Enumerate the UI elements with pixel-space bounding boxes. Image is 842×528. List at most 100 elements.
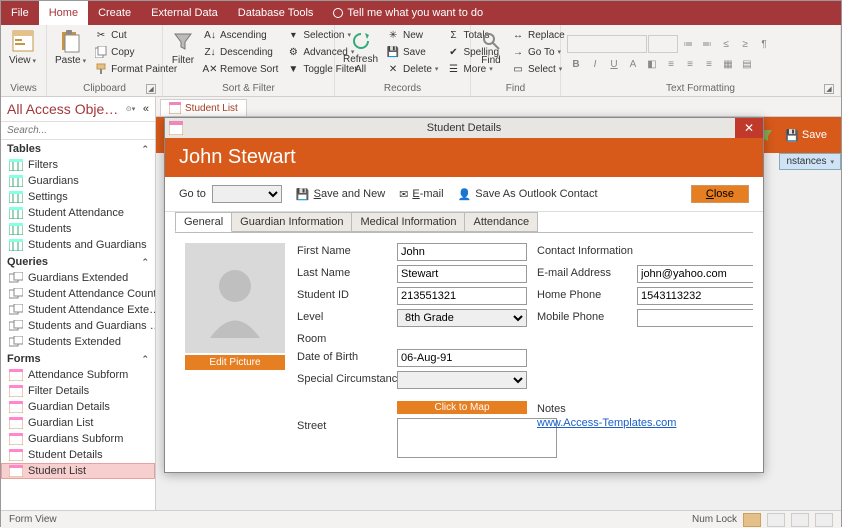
align-right-button[interactable]: ≡	[700, 55, 718, 73]
goto-button[interactable]: →Go To▾	[509, 44, 567, 60]
nav-dropdown-icon[interactable]: ⊙▾	[126, 105, 135, 113]
lightbulb-icon	[333, 8, 343, 18]
first-name-input[interactable]	[397, 243, 527, 261]
filter-button[interactable]: Filter	[169, 27, 197, 68]
view-layout-button[interactable]	[791, 513, 809, 527]
email-input[interactable]	[637, 265, 753, 283]
home-phone-input[interactable]	[637, 287, 753, 305]
tab-database-tools[interactable]: Database Tools	[228, 1, 324, 25]
save-list-button[interactable]: 💾Save	[781, 117, 831, 153]
nav-collapse-icon[interactable]: «	[143, 103, 149, 115]
click-to-map-button[interactable]: Click to Map	[397, 401, 527, 414]
numbering-button[interactable]: ≕	[698, 35, 716, 53]
bold-button[interactable]: B	[567, 55, 585, 73]
paste-button[interactable]: Paste▾	[53, 27, 88, 68]
font-select[interactable]	[567, 35, 647, 53]
nav-group-forms[interactable]: Forms⌃	[1, 350, 155, 367]
view-datasheet-button[interactable]	[767, 513, 785, 527]
advanced-icon: ⚙	[286, 45, 300, 59]
textfmt-launcher[interactable]: ◢	[824, 84, 834, 94]
nav-item[interactable]: Filters	[1, 157, 155, 173]
save-outlook-button[interactable]: 👤Save As Outlook Contact	[458, 188, 598, 201]
new-record-button[interactable]: ✳New	[384, 27, 440, 43]
save-and-new-button[interactable]: 💾Save and New	[296, 188, 385, 201]
goto-select[interactable]	[212, 185, 282, 203]
align-left-button[interactable]: ≡	[662, 55, 680, 73]
last-name-input[interactable]	[397, 265, 527, 283]
nav-item[interactable]: Students Extended	[1, 334, 155, 350]
delete-icon: ✕	[386, 62, 400, 76]
fill-color-button[interactable]: ◧	[643, 55, 661, 73]
mobile-phone-input[interactable]	[637, 309, 753, 327]
view-form-button[interactable]	[743, 513, 761, 527]
tab-attendance[interactable]: Attendance	[464, 212, 538, 232]
tab-external-data[interactable]: External Data	[141, 1, 228, 25]
nav-group-queries[interactable]: Queries⌃	[1, 253, 155, 270]
email-button[interactable]: ✉E-mail	[399, 188, 443, 201]
italic-button[interactable]: I	[586, 55, 604, 73]
nav-item[interactable]: Student Attendance	[1, 205, 155, 221]
alt-row-button[interactable]: ▤	[738, 55, 756, 73]
tab-home[interactable]: Home	[39, 1, 88, 25]
delete-record-button[interactable]: ✕Delete▾	[384, 61, 440, 77]
nav-item[interactable]: Filter Details	[1, 383, 155, 399]
templates-link[interactable]: www.Access-Templates.com	[537, 417, 676, 429]
nav-item[interactable]: Student Attendance Exte…	[1, 302, 155, 318]
group-clipboard-label: Clipboard	[83, 83, 126, 94]
view-design-button[interactable]	[815, 513, 833, 527]
nav-item[interactable]: Guardians	[1, 173, 155, 189]
find-button[interactable]: Find	[477, 27, 505, 68]
doc-tab-student-list[interactable]: Student List	[160, 99, 247, 116]
nav-item[interactable]: Student Attendance Count	[1, 286, 155, 302]
edit-picture-button[interactable]: Edit Picture	[185, 355, 285, 370]
indent-right-button[interactable]: ≥	[736, 35, 754, 53]
tell-me-search[interactable]: Tell me what you want to do	[323, 1, 483, 25]
nav-item[interactable]: Students and Guardians …	[1, 318, 155, 334]
underline-button[interactable]: U	[605, 55, 623, 73]
nav-item[interactable]: Students	[1, 221, 155, 237]
clipboard-launcher[interactable]: ◢	[146, 84, 156, 94]
select-button[interactable]: ▭Select▾	[509, 61, 567, 77]
sort-asc-button[interactable]: A↓Ascending	[201, 27, 280, 43]
refresh-all-button[interactable]: Refresh All	[341, 27, 380, 77]
text-direction-button[interactable]: ¶	[755, 35, 773, 53]
save-record-button[interactable]: 💾Save	[384, 44, 440, 60]
dob-input[interactable]	[397, 349, 527, 367]
student-name-header: John Stewart	[165, 138, 763, 177]
dialog-close-button[interactable]: Close	[691, 185, 749, 203]
tab-medical[interactable]: Medical Information	[351, 212, 465, 232]
nav-item[interactable]: Student Details	[1, 447, 155, 463]
bullets-button[interactable]: ≔	[679, 35, 697, 53]
special-select[interactable]	[397, 371, 527, 389]
indent-left-button[interactable]: ≤	[717, 35, 735, 53]
gridlines-button[interactable]: ▦	[719, 55, 737, 73]
nav-item[interactable]: Attendance Subform	[1, 367, 155, 383]
tab-general[interactable]: General	[175, 212, 232, 232]
view-button[interactable]: View▾	[7, 27, 38, 68]
tab-create[interactable]: Create	[88, 1, 141, 25]
tab-guardian[interactable]: Guardian Information	[231, 212, 352, 232]
nav-item[interactable]: Guardian Details	[1, 399, 155, 415]
grid-column-hint[interactable]: nstances▾	[779, 153, 841, 170]
nav-search-input[interactable]	[5, 124, 151, 137]
level-select[interactable]: 8th Grade	[397, 309, 527, 327]
nav-item[interactable]: Student List	[1, 463, 155, 479]
nav-item[interactable]: Settings	[1, 189, 155, 205]
remove-sort-button[interactable]: A✕Remove Sort	[201, 61, 280, 77]
align-center-button[interactable]: ≡	[681, 55, 699, 73]
nav-item[interactable]: Guardians Extended	[1, 270, 155, 286]
street-input[interactable]	[397, 418, 557, 458]
dialog-close-x[interactable]: ✕	[735, 118, 763, 138]
form-icon	[9, 465, 23, 477]
student-id-input[interactable]	[397, 287, 527, 305]
tab-file[interactable]: File	[1, 1, 39, 25]
sort-desc-button[interactable]: Z↓Descending	[201, 44, 280, 60]
table-icon	[9, 207, 23, 219]
font-size-select[interactable]	[648, 35, 678, 53]
nav-group-tables[interactable]: Tables⌃	[1, 140, 155, 157]
font-color-button[interactable]: A	[624, 55, 642, 73]
replace-button[interactable]: ↔Replace	[509, 27, 567, 43]
nav-item[interactable]: Guardians Subform	[1, 431, 155, 447]
nav-item[interactable]: Students and Guardians	[1, 237, 155, 253]
nav-item[interactable]: Guardian List	[1, 415, 155, 431]
